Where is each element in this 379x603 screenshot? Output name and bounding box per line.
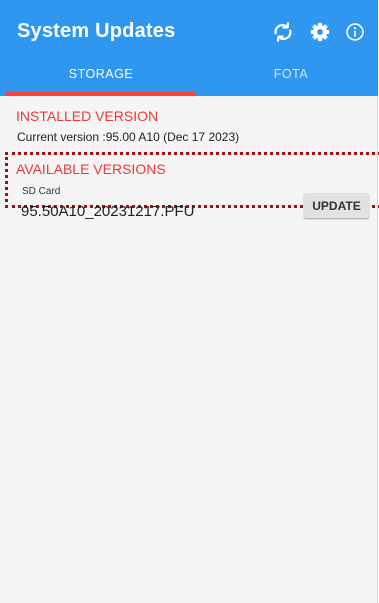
installed-version-header: INSTALLED VERSION (16, 108, 159, 124)
app-screen: System Updates STORAGE FOTA INSTALLED VE… (0, 0, 379, 603)
storage-source-label: SD Card (22, 186, 61, 197)
info-button[interactable] (341, 18, 369, 46)
refresh-icon (272, 21, 294, 43)
info-icon (345, 22, 365, 42)
update-file-name: 95.50A10_20231217.PFU (21, 203, 195, 220)
tab-fota[interactable]: FOTA (196, 58, 379, 96)
update-button[interactable]: UPDATE (304, 193, 369, 218)
current-version-text: Current version :95.00 A10 (Dec 17 2023) (17, 130, 240, 144)
tab-storage[interactable]: STORAGE (6, 58, 196, 96)
settings-button[interactable] (306, 18, 334, 46)
gear-icon (310, 22, 330, 42)
refresh-button[interactable] (269, 18, 297, 46)
app-title: System Updates (17, 20, 176, 42)
available-versions-header: AVAILABLE VERSIONS (16, 161, 166, 177)
app-bar: System Updates STORAGE FOTA (0, 0, 378, 96)
tab-indicator (6, 92, 196, 96)
